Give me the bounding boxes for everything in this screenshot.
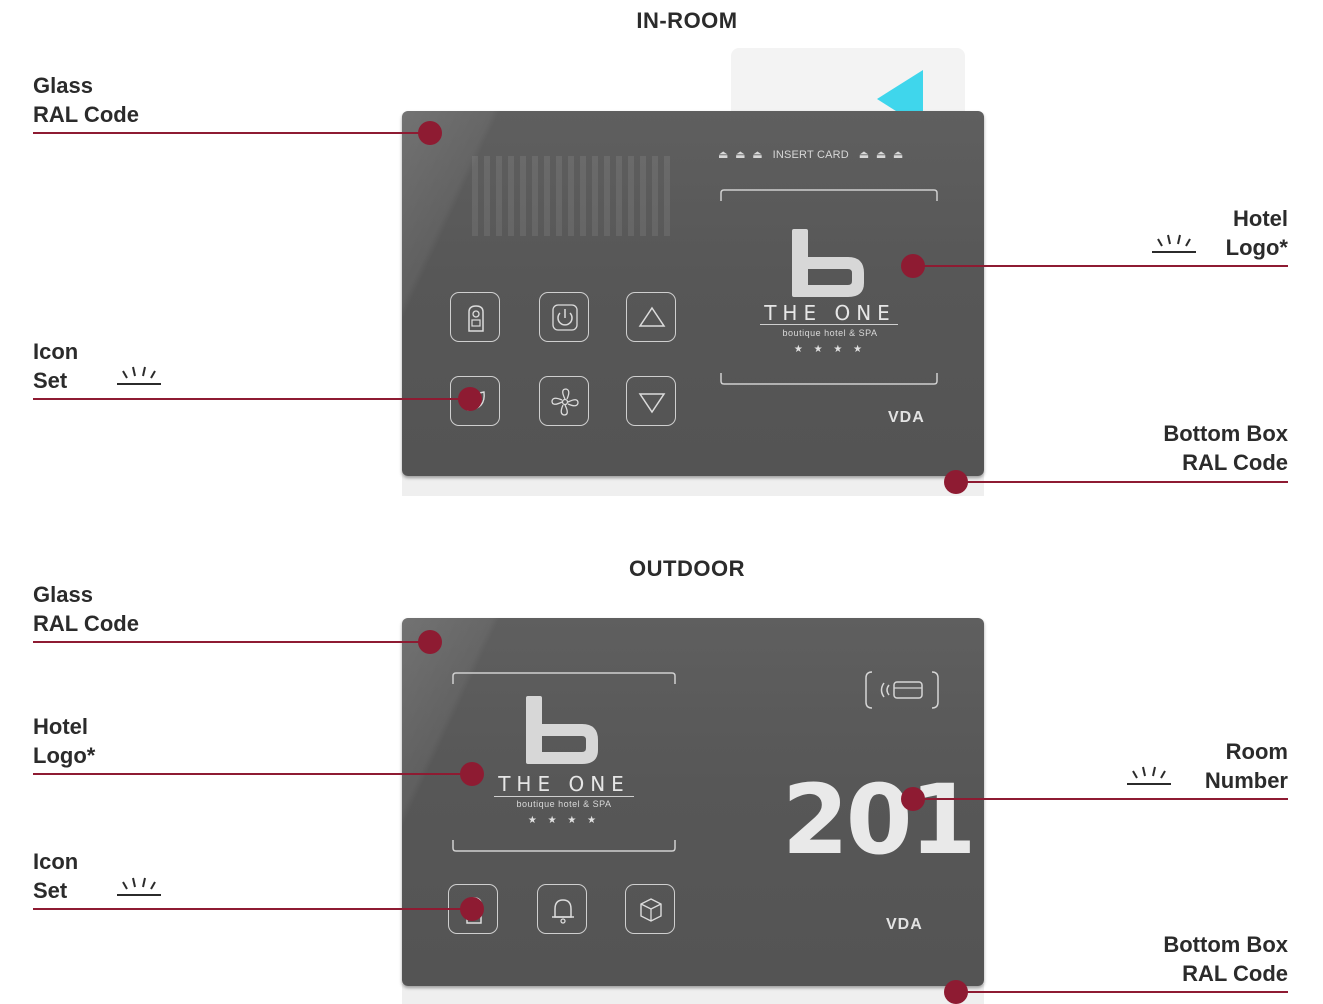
label-line: Icon [33, 849, 79, 874]
vda-brand: VDA [888, 409, 925, 426]
do-not-disturb-icon [468, 305, 484, 332]
label-line: Room [1225, 739, 1288, 764]
insert-card-row: ⏏ ⏏ ⏏ INSERT CARD ⏏ ⏏ ⏏ [718, 148, 904, 161]
room-number: 201 [782, 764, 976, 876]
in-room-bottom-box-label: Bottom Box RAL Code [1100, 419, 1288, 477]
backlit-icon [117, 366, 161, 385]
in-room-panel: ⏏ ⏏ ⏏ INSERT CARD ⏏ ⏏ ⏏ THE ONE boutique… [402, 111, 984, 476]
label-line: Hotel [33, 714, 88, 739]
outdoor-hotel-logo-leader [33, 773, 472, 775]
label-line: RAL Code [33, 102, 139, 127]
arrow-down-icon [638, 393, 666, 414]
outdoor-glass-leader [33, 641, 430, 643]
in-room-icon-set-leader [33, 398, 470, 400]
label-line: Logo* [33, 743, 96, 768]
outdoor-bottom-box-leader [956, 991, 1288, 993]
key-card [731, 48, 965, 128]
outdoor-bottom-box-label: Bottom Box RAL Code [1100, 930, 1288, 988]
in-room-icon-set-label: Icon Set [33, 337, 78, 395]
nfc-card-icon [865, 671, 939, 709]
label-line: Set [33, 368, 68, 393]
hotel-logo-subtitle: boutique hotel & SPA [516, 799, 612, 809]
outdoor-panel: THE ONE boutique hotel & SPA ★ ★ ★ ★ 201… [402, 618, 984, 986]
outdoor-icon-set-leader [33, 908, 472, 910]
label-line: RAL Code [1182, 961, 1288, 986]
hotel-logo-b-icon [792, 229, 864, 297]
service-button[interactable] [625, 884, 675, 934]
hotel-logo-b-icon [526, 696, 598, 764]
outdoor-bottom-box-marker [944, 980, 968, 1004]
in-room-bottom-box-marker [944, 470, 968, 494]
outdoor-hotel-logo-marker [460, 762, 484, 786]
outdoor-glass-label: Glass RAL Code [33, 580, 139, 638]
fan-button[interactable] [539, 376, 589, 426]
backlit-icon [1127, 766, 1171, 785]
in-room-icon-set-marker [458, 387, 482, 411]
outdoor-icon-set-label: Icon Set [33, 847, 78, 905]
hidden-display [472, 156, 672, 236]
hotel-logo-name: THE ONE [764, 301, 896, 325]
outdoor-title: OUTDOOR [629, 556, 745, 581]
label-line: RAL Code [1182, 450, 1288, 475]
vda-brand: VDA [886, 916, 923, 933]
label-line: Bottom Box [1163, 421, 1288, 446]
power-icon [552, 304, 578, 331]
outdoor-hotel-logo-label: Hotel Logo* [33, 712, 95, 770]
power-button[interactable] [539, 292, 589, 342]
card-arrow-small-icon: ⏏ ⏏ ⏏ [848, 149, 904, 161]
doorbell-button[interactable] [537, 884, 587, 934]
temperature-up-button[interactable] [626, 292, 676, 342]
backlit-icon [1152, 234, 1196, 253]
in-room-bottom-box-leader [956, 481, 1288, 483]
hotel-logo-stars: ★ ★ ★ ★ [527, 815, 601, 826]
in-room-hotel-logo-leader [913, 265, 1288, 267]
temperature-down-button[interactable] [626, 376, 676, 426]
in-room-glass-leader [33, 132, 430, 134]
hotel-logo-subtitle: boutique hotel & SPA [782, 328, 878, 338]
backlit-icon [117, 877, 161, 896]
bottom-box [402, 984, 984, 1004]
in-room-hotel-logo-marker [901, 254, 925, 278]
in-room-glass-label: Glass RAL Code [33, 71, 139, 129]
label-line: Glass [33, 73, 93, 98]
outdoor-room-number-leader [913, 798, 1288, 800]
label-line: Icon [33, 339, 79, 364]
cube-icon [640, 898, 662, 922]
in-room-glass-marker [418, 121, 442, 145]
arrow-up-icon [638, 306, 666, 327]
hotel-logo-name: THE ONE [498, 772, 630, 796]
insert-card-label: INSERT CARD [772, 149, 849, 161]
bell-icon [552, 899, 574, 924]
label-line: Hotel [1233, 206, 1288, 231]
label-line: RAL Code [33, 611, 139, 636]
logo-divider [760, 324, 898, 325]
label-line: Bottom Box [1163, 932, 1288, 957]
do-not-disturb-button[interactable] [450, 292, 500, 342]
outdoor-room-number-marker [901, 787, 925, 811]
in-room-title: IN-ROOM [636, 8, 738, 33]
fan-icon [551, 388, 579, 416]
label-line: Set [33, 878, 68, 903]
outdoor-icon-set-marker [460, 897, 484, 921]
card-arrow-small-icon: ⏏ ⏏ ⏏ [718, 149, 773, 161]
logo-divider [494, 796, 634, 797]
label-line: Glass [33, 582, 93, 607]
outdoor-glass-marker [418, 630, 442, 654]
hotel-logo-stars: ★ ★ ★ ★ [793, 344, 867, 355]
